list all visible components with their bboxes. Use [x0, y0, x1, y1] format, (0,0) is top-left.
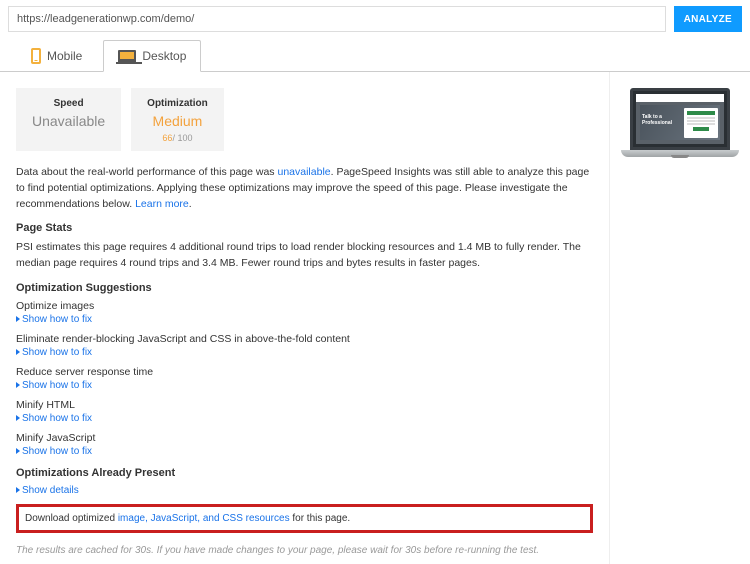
download-resources-link[interactable]: image, JavaScript, and CSS resources	[118, 513, 290, 524]
show-fix-link[interactable]: Show how to fix	[16, 347, 593, 358]
speed-value: Unavailable	[32, 113, 105, 129]
page-stats-heading: Page Stats	[16, 222, 593, 234]
suggestion-title: Optimize images	[16, 300, 593, 312]
tab-desktop[interactable]: Desktop	[103, 40, 201, 72]
suggestions-heading: Optimization Suggestions	[16, 282, 593, 294]
show-fix-link[interactable]: Show how to fix	[16, 380, 593, 391]
learn-more-link[interactable]: Learn more	[135, 198, 189, 210]
unavailable-link[interactable]: unavailable	[277, 166, 330, 178]
suggestion-item: Minify JavaScript Show how to fix	[16, 432, 593, 457]
suggestion-item: Eliminate render-blocking JavaScript and…	[16, 333, 593, 358]
optimization-card: Optimization Medium 66/ 100	[131, 88, 224, 151]
speed-card: Speed Unavailable	[16, 88, 121, 151]
chevron-right-icon	[16, 382, 20, 388]
tab-desktop-label: Desktop	[142, 49, 186, 63]
url-input[interactable]	[8, 6, 666, 32]
chevron-right-icon	[16, 415, 20, 421]
already-present-heading: Optimizations Already Present	[16, 467, 593, 479]
suggestion-title: Minify HTML	[16, 399, 593, 411]
preview-sidebar: Talk to aProfessional	[610, 72, 750, 564]
chevron-right-icon	[16, 448, 20, 454]
page-stats-text: PSI estimates this page requires 4 addit…	[16, 240, 593, 272]
download-highlight-box: Download optimized image, JavaScript, an…	[16, 504, 593, 533]
page-preview-thumbnail: Talk to aProfessional	[621, 88, 739, 158]
show-fix-link[interactable]: Show how to fix	[16, 446, 593, 457]
suggestion-title: Minify JavaScript	[16, 432, 593, 444]
intro-text: Data about the real-world performance of…	[16, 165, 593, 212]
optimization-value: Medium	[147, 113, 208, 129]
download-line: Download optimized image, JavaScript, an…	[25, 513, 584, 524]
tab-mobile[interactable]: Mobile	[16, 40, 97, 72]
suggestion-item: Reduce server response time Show how to …	[16, 366, 593, 391]
suggestion-title: Eliminate render-blocking JavaScript and…	[16, 333, 593, 345]
suggestion-title: Reduce server response time	[16, 366, 593, 378]
suggestion-item: Optimize images Show how to fix	[16, 300, 593, 325]
speed-label: Speed	[32, 98, 105, 109]
device-tabs: Mobile Desktop	[0, 40, 750, 72]
suggestion-item: Minify HTML Show how to fix	[16, 399, 593, 424]
analyze-button[interactable]: ANALYZE	[674, 6, 742, 32]
chevron-right-icon	[16, 349, 20, 355]
chevron-right-icon	[16, 487, 20, 493]
footer-note: The results are cached for 30s. If you h…	[16, 539, 593, 556]
laptop-icon	[118, 50, 136, 62]
show-fix-link[interactable]: Show how to fix	[16, 314, 593, 325]
main-content: Speed Unavailable Optimization Medium 66…	[0, 72, 610, 564]
show-fix-link[interactable]: Show how to fix	[16, 413, 593, 424]
optimization-score: 66/ 100	[147, 133, 208, 143]
tab-mobile-label: Mobile	[47, 49, 82, 63]
phone-icon	[31, 48, 41, 64]
optimization-label: Optimization	[147, 98, 208, 109]
show-details-link[interactable]: Show details	[16, 485, 593, 496]
chevron-right-icon	[16, 316, 20, 322]
